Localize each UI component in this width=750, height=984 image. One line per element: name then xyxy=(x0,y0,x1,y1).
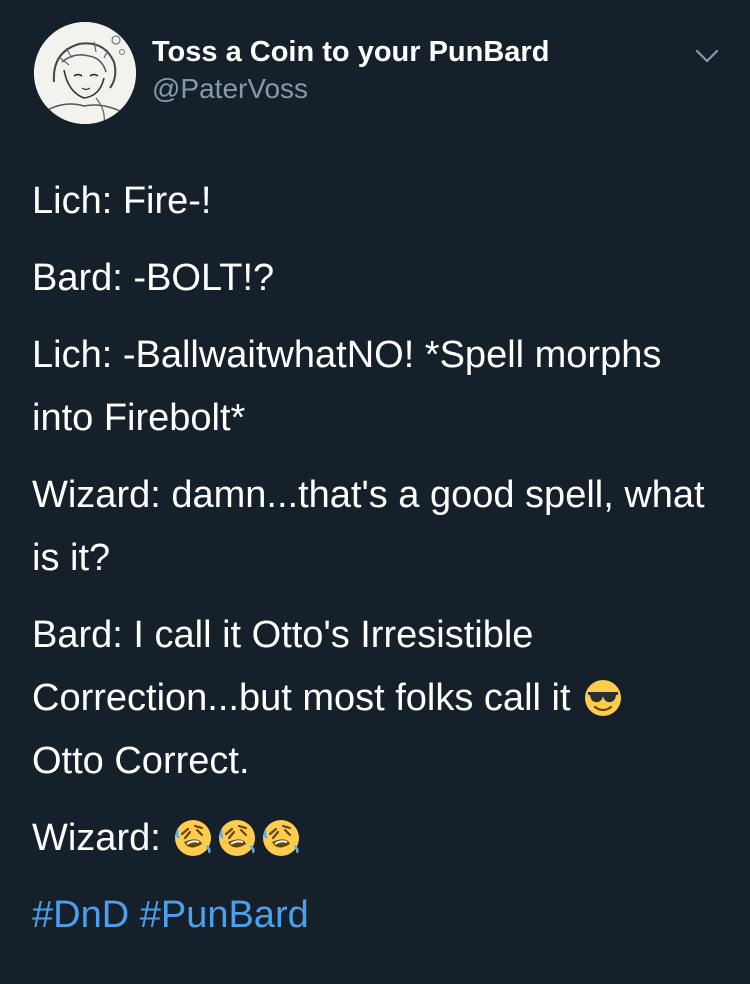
user-handle[interactable]: @PaterVoss xyxy=(152,73,308,105)
tweet-line: Wizard: xyxy=(32,807,722,870)
tweet-line: Lich: Fire-! xyxy=(32,180,212,222)
tweet-header: Toss a Coin to your PunBard @PaterVoss xyxy=(0,0,750,140)
hashtag-row: #DnD #PunBard xyxy=(32,884,722,947)
hashtag-link[interactable]: #DnD xyxy=(32,894,129,936)
tweet-line-text: Otto Correct. xyxy=(32,740,250,782)
tweet-text: Lich: Fire-! Bard: -BOLT!? Lich: -Ballwa… xyxy=(32,170,722,961)
tweet-line-text: Wizard: xyxy=(32,817,161,859)
display-name[interactable]: Toss a Coin to your PunBard xyxy=(152,36,549,69)
tweet-line: Bard: I call it Otto's Irresistible Corr… xyxy=(32,604,722,793)
rolling-on-floor-laughing-icon xyxy=(217,818,257,858)
tweet-line: Lich: -BallwaitwhatNO! *Spell morphs int… xyxy=(32,334,662,439)
hashtag-link[interactable]: #PunBard xyxy=(140,894,309,936)
tweet-line: Bard: -BOLT!? xyxy=(32,257,275,299)
smiling-face-with-sunglasses-icon xyxy=(583,678,623,718)
chevron-down-icon[interactable] xyxy=(694,46,720,66)
anime-sketch-avatar-icon xyxy=(34,22,136,124)
rolling-on-floor-laughing-icon xyxy=(261,818,301,858)
avatar[interactable] xyxy=(34,22,136,124)
tweet-line: Wizard: damn...that's a good spell, what… xyxy=(32,474,705,579)
rolling-on-floor-laughing-icon xyxy=(173,818,213,858)
tweet-line-text: Bard: I call it Otto's Irresistible Corr… xyxy=(32,614,571,719)
